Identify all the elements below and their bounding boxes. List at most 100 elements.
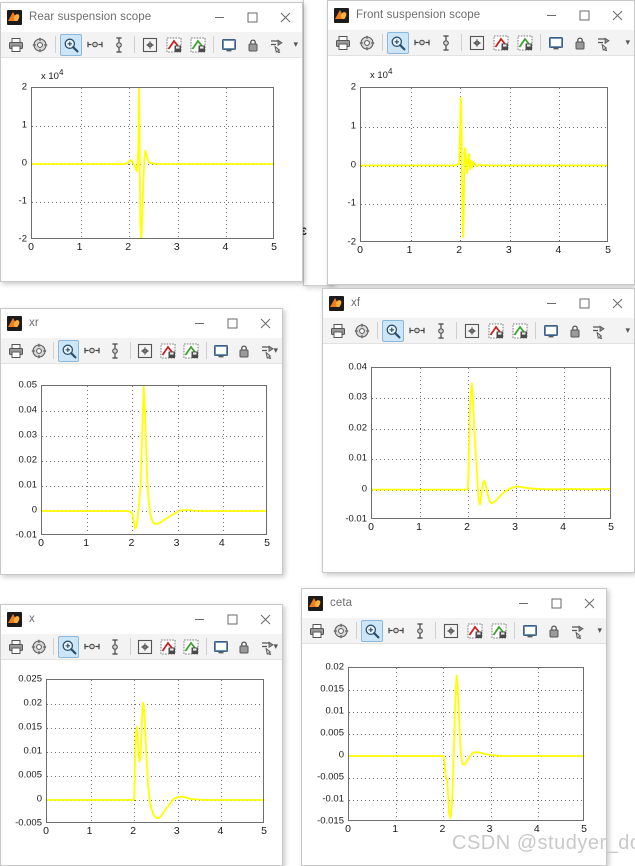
signal-selection-icon[interactable] — [593, 32, 615, 54]
title-bar[interactable]: ceta — [302, 589, 606, 618]
restore-axes-green-icon[interactable] — [509, 320, 531, 342]
zoom-y-icon[interactable] — [104, 636, 125, 658]
zoom-in-icon[interactable] — [58, 339, 80, 362]
restore-axes-green-icon[interactable] — [181, 340, 202, 362]
maximize-button[interactable] — [236, 3, 269, 31]
zoom-y-icon[interactable] — [409, 620, 431, 642]
toolbar-overflow-icon[interactable]: ▾ — [293, 39, 298, 50]
axes-box[interactable] — [360, 87, 608, 242]
scope-window-x-scope[interactable]: x▾-0.00500.0050.010.0150.020.025012345Ti… — [0, 604, 283, 866]
title-bar[interactable]: xr — [1, 309, 282, 338]
toolbar-overflow-icon[interactable]: ▾ — [625, 325, 630, 336]
restore-axes-green-icon[interactable] — [488, 620, 510, 642]
parameters-icon[interactable] — [28, 636, 49, 658]
parameters-icon[interactable] — [351, 320, 373, 342]
restore-axes-green-icon[interactable] — [514, 32, 536, 54]
scope-toolbar[interactable]: ▾ — [323, 318, 634, 344]
maximize-button[interactable] — [216, 309, 249, 337]
zoom-x-icon[interactable] — [81, 636, 102, 658]
close-button[interactable] — [249, 309, 282, 337]
restore-axes-green-icon[interactable] — [181, 636, 202, 658]
axes-box[interactable] — [348, 667, 584, 821]
zoom-y-icon[interactable] — [430, 320, 452, 342]
axes-box[interactable] — [31, 87, 274, 239]
toolbar-overflow-icon[interactable]: ▾ — [273, 345, 278, 356]
lock-axes-icon[interactable] — [242, 34, 264, 56]
autoscale-icon[interactable] — [461, 320, 483, 342]
zoom-x-icon[interactable] — [385, 620, 407, 642]
scope-window-xf-scope[interactable]: xf▾-0.0100.010.020.030.04012345Time offs… — [322, 288, 635, 573]
autoscale-icon[interactable] — [134, 340, 155, 362]
scope-window-rear-suspension-scope[interactable]: Rear suspension scope ▾ x 104 -2 -1 0 1 2 0 1 2 3 4 5… — [0, 2, 303, 282]
title-bar[interactable]: Front suspension scope — [328, 1, 634, 30]
print-icon[interactable] — [5, 340, 26, 362]
scope-toolbar[interactable]: ▾ — [302, 618, 606, 644]
scope-toolbar[interactable]: ▾ — [328, 30, 634, 56]
floating-scope-icon[interactable] — [218, 34, 240, 56]
print-icon[interactable] — [332, 32, 354, 54]
close-button[interactable] — [249, 605, 282, 633]
signal-selection-icon[interactable] — [567, 620, 589, 642]
lock-axes-icon[interactable] — [564, 320, 586, 342]
restore-axes-green-icon[interactable] — [187, 34, 209, 56]
zoom-in-icon[interactable] — [361, 619, 383, 642]
zoom-y-icon[interactable] — [104, 340, 125, 362]
close-button[interactable] — [573, 589, 606, 617]
floating-scope-icon[interactable] — [545, 32, 567, 54]
save-axes-red-icon[interactable] — [485, 320, 507, 342]
scope-toolbar[interactable]: ▾ — [1, 32, 302, 58]
lock-axes-icon[interactable] — [569, 32, 591, 54]
print-icon[interactable] — [5, 34, 27, 56]
floating-scope-icon[interactable] — [540, 320, 562, 342]
minimize-button[interactable] — [183, 605, 216, 633]
scope-window-ceta-scope[interactable]: ceta ▾ -0.015 -0.01 -0.005 0 0.005 0.01 0.015 0.0… — [301, 588, 607, 866]
save-axes-red-icon[interactable] — [163, 34, 185, 56]
signal-selection-icon[interactable] — [266, 34, 288, 56]
close-button[interactable] — [601, 1, 634, 29]
parameters-icon[interactable] — [330, 620, 352, 642]
zoom-in-icon[interactable] — [382, 319, 404, 342]
parameters-icon[interactable] — [29, 34, 51, 56]
toolbar-overflow-icon[interactable]: ▾ — [625, 37, 630, 48]
autoscale-icon[interactable] — [440, 620, 462, 642]
zoom-in-icon[interactable] — [60, 33, 82, 56]
title-bar[interactable]: x — [1, 605, 282, 634]
zoom-in-icon[interactable] — [387, 31, 409, 54]
zoom-x-icon[interactable] — [406, 320, 428, 342]
parameters-icon[interactable] — [28, 340, 49, 362]
maximize-button[interactable] — [216, 605, 249, 633]
floating-scope-icon[interactable] — [519, 620, 541, 642]
minimize-button[interactable] — [507, 589, 540, 617]
lock-axes-icon[interactable] — [234, 340, 255, 362]
scope-toolbar[interactable]: ▾ — [1, 338, 282, 364]
save-axes-red-icon[interactable] — [158, 340, 179, 362]
zoom-y-icon[interactable] — [108, 34, 130, 56]
scope-window-front-suspension-scope[interactable]: Front suspension scope ▾ x 104 -2 -1 0 1 2 0 1 2 3 4… — [327, 0, 635, 285]
save-axes-red-icon[interactable] — [490, 32, 512, 54]
maximize-button[interactable] — [540, 589, 573, 617]
zoom-x-icon[interactable] — [411, 32, 433, 54]
scope-toolbar[interactable]: ▾ — [1, 634, 282, 660]
parameters-icon[interactable] — [356, 32, 378, 54]
minimize-button[interactable] — [183, 309, 216, 337]
toolbar-overflow-icon[interactable]: ▾ — [273, 641, 278, 652]
save-axes-red-icon[interactable] — [464, 620, 486, 642]
lock-axes-icon[interactable] — [234, 636, 255, 658]
minimize-button[interactable] — [535, 289, 568, 317]
save-axes-red-icon[interactable] — [158, 636, 179, 658]
minimize-button[interactable] — [535, 1, 568, 29]
zoom-y-icon[interactable] — [435, 32, 457, 54]
zoom-x-icon[interactable] — [84, 34, 106, 56]
signal-selection-icon[interactable] — [588, 320, 610, 342]
floating-scope-icon[interactable] — [211, 340, 232, 362]
axes-box[interactable] — [46, 679, 264, 823]
zoom-x-icon[interactable] — [81, 340, 102, 362]
autoscale-icon[interactable] — [134, 636, 155, 658]
lock-axes-icon[interactable] — [543, 620, 565, 642]
toolbar-overflow-icon[interactable]: ▾ — [597, 625, 602, 636]
close-button[interactable] — [269, 3, 302, 31]
axes-box[interactable] — [41, 385, 267, 535]
maximize-button[interactable] — [568, 1, 601, 29]
minimize-button[interactable] — [203, 3, 236, 31]
autoscale-icon[interactable] — [466, 32, 488, 54]
